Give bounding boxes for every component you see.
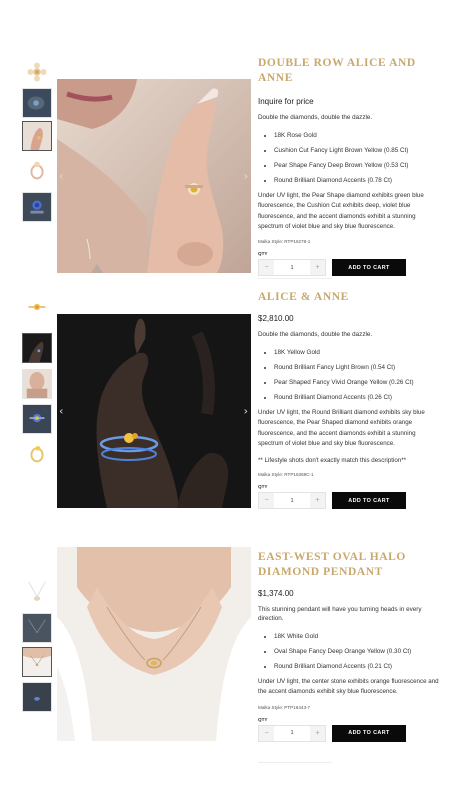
spec-item: 18K Rose Gold: [274, 131, 442, 140]
thumbnail-face-model[interactable]: [22, 369, 52, 399]
spec-item: 18K White Gold: [274, 632, 442, 641]
spec-item: Round Brilliant Diamond Accents (0.78 Ct…: [274, 176, 442, 185]
spec-item: Round Brilliant Diamond Accents (0.26 Ct…: [274, 393, 442, 402]
spec-list: 18K Yellow Gold Round Brilliant Fancy Li…: [258, 348, 442, 402]
uv-description: Under UV light, the Pear Shape diamond e…: [258, 192, 424, 230]
uv-description: Under UV light, the center stone exhibit…: [258, 678, 439, 696]
add-to-cart-button[interactable]: ADD TO CART: [332, 259, 406, 277]
product-description: Double the diamonds, double the dazzle.: [258, 114, 373, 121]
decrease-qty-button[interactable]: −: [259, 260, 274, 276]
quantity-input[interactable]: 1: [274, 265, 310, 271]
quantity-stepper: − 1 +: [258, 724, 326, 742]
product-alice-anne: ‹ › ALICE & ANNE $2,810.00 Double the di…: [0, 280, 450, 530]
quantity-stepper: − 1 +: [258, 492, 326, 510]
thumbnail-uv-dark[interactable]: [22, 88, 52, 118]
divider: [258, 278, 332, 279]
product-price: Inquire for price: [258, 97, 314, 106]
product-price: $2,810.00: [258, 314, 294, 323]
quantity-stepper: − 1 +: [258, 259, 326, 277]
prev-image-arrow[interactable]: ‹: [59, 405, 63, 418]
divider: [258, 762, 332, 763]
decrease-qty-button[interactable]: −: [259, 493, 274, 509]
product-main-image: ‹ ›: [57, 79, 251, 273]
product-east-west-oval-pendant: EAST-WEST OVAL HALO DIAMOND PENDANT $1,3…: [0, 530, 450, 800]
cart-row: − 1 + ADD TO CART: [258, 259, 442, 277]
product-title[interactable]: DOUBLE ROW ALICE AND ANNE: [258, 56, 442, 86]
thumbnail-neck-model[interactable]: [22, 647, 52, 677]
thumbnail-ring-top-view[interactable]: [22, 292, 52, 322]
product-price: $1,374.00: [258, 589, 294, 598]
decrease-qty-button[interactable]: −: [259, 725, 274, 741]
spec-item: Round Brilliant Fancy Light Brown (0.54 …: [274, 363, 442, 372]
spec-list: 18K Rose Gold Cushion Cut Fancy Light Br…: [258, 131, 442, 185]
lifestyle-note: ** Lifestyle shots don't exactly match t…: [258, 457, 407, 465]
style-code: Malka Style: RTP16278-1: [258, 239, 311, 245]
product-info: ALICE & ANNE $2,810.00 Double the diamon…: [258, 290, 442, 510]
style-code: Malka Style: PTP16443-7: [258, 704, 311, 710]
product-info: EAST-WEST OVAL HALO DIAMOND PENDANT $1,3…: [258, 550, 442, 742]
spec-list: 18K White Gold Oval Shape Fancy Deep Ora…: [258, 632, 442, 671]
spec-item: 18K Yellow Gold: [274, 348, 442, 357]
add-to-cart-button[interactable]: ADD TO CART: [332, 724, 406, 742]
thumbnail-uv-blue[interactable]: [22, 404, 52, 434]
next-image-arrow[interactable]: ›: [244, 405, 248, 418]
spec-item: Pear Shaped Fancy Vivid Orange Yellow (0…: [274, 378, 442, 387]
thumbnail-dark-hand[interactable]: [22, 333, 52, 363]
increase-qty-button[interactable]: +: [310, 725, 325, 741]
style-code: Malka Style: RTP16369C-1: [258, 472, 314, 478]
increase-qty-button[interactable]: +: [310, 260, 325, 276]
cart-row: − 1 + ADD TO CART: [258, 724, 442, 742]
thumbnail-uv-blue[interactable]: [22, 682, 52, 712]
product-double-row-alice-anne: ‹ › DOUBLE ROW ALICE AND ANNE Inquire fo…: [0, 0, 450, 280]
product-description: This stunning pendant will have you turn…: [258, 606, 422, 622]
product-main-image: [57, 547, 251, 741]
spec-item: Cushion Cut Fancy Light Brown Yellow (0.…: [274, 146, 442, 155]
thumbnail-hand-model[interactable]: [22, 121, 52, 151]
add-to-cart-button[interactable]: ADD TO CART: [332, 492, 406, 510]
product-title[interactable]: ALICE & ANNE: [258, 290, 442, 305]
thumbnail-uv-dark[interactable]: [22, 613, 52, 643]
spec-item: Oval Shape Fancy Deep Orange Yellow (0.3…: [274, 647, 442, 656]
quantity-input[interactable]: 1: [274, 730, 310, 736]
qty-label: QTY: [258, 484, 268, 490]
thumbnail-uv-blue[interactable]: [22, 192, 52, 222]
uv-description: Under UV light, the Round Brilliant diam…: [258, 409, 425, 447]
product-info: DOUBLE ROW ALICE AND ANNE Inquire for pr…: [258, 56, 442, 277]
product-description: Double the diamonds, double the dazzle.: [258, 331, 373, 338]
thumbnail-pendant-product[interactable]: [22, 577, 52, 607]
thumbnail-ring-top-view[interactable]: [22, 57, 52, 87]
spec-item: Pear Shape Fancy Deep Brown Yellow (0.53…: [274, 161, 442, 170]
next-image-arrow[interactable]: ›: [244, 170, 248, 183]
quantity-input[interactable]: 1: [274, 498, 310, 504]
thumbnail-ring-side[interactable]: [22, 155, 52, 185]
product-main-image: ‹ ›: [57, 314, 251, 508]
product-title[interactable]: EAST-WEST OVAL HALO DIAMOND PENDANT: [258, 550, 442, 580]
increase-qty-button[interactable]: +: [310, 493, 325, 509]
prev-image-arrow[interactable]: ‹: [59, 170, 63, 183]
qty-label: QTY: [258, 716, 268, 722]
spec-item: Round Brilliant Diamond Accents (0.21 Ct…: [274, 662, 442, 671]
qty-label: QTY: [258, 251, 268, 257]
cart-row: − 1 + ADD TO CART: [258, 492, 442, 510]
thumbnail-ring-side[interactable]: [22, 438, 52, 468]
